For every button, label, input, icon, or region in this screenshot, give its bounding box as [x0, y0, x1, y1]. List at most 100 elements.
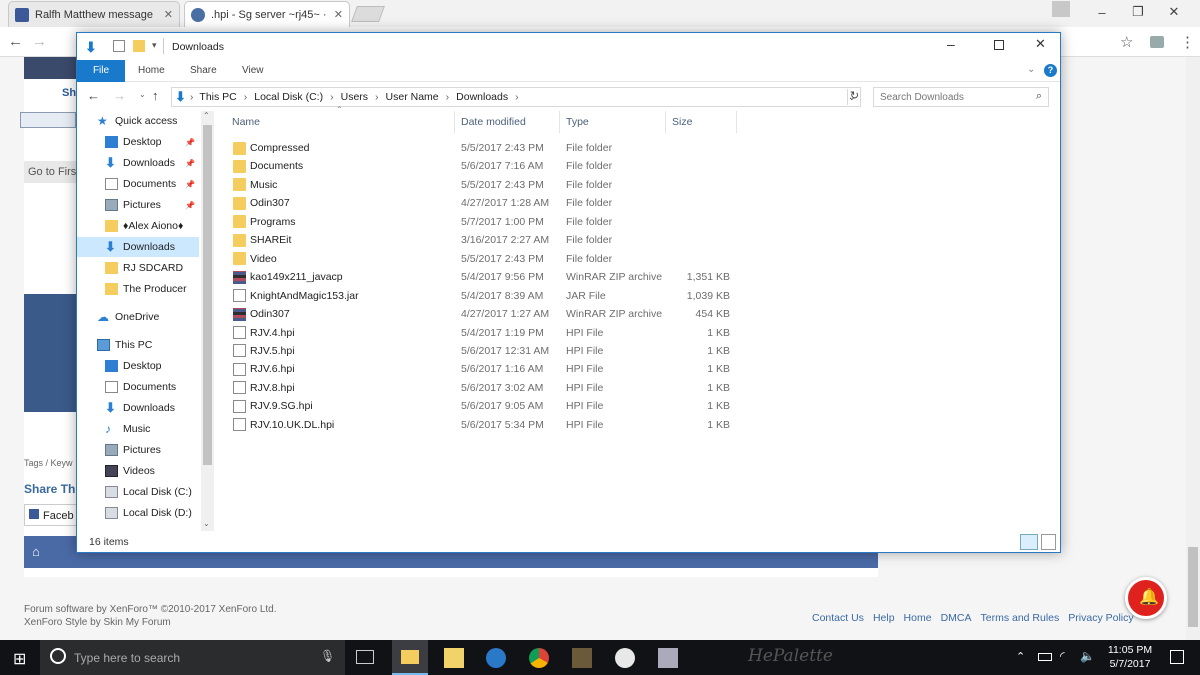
footer-link[interactable]: DMCA	[941, 612, 972, 624]
nav-item[interactable]: ♪ Music	[77, 419, 199, 439]
chevron-right-icon[interactable]: ›	[330, 91, 334, 103]
file-row[interactable]: RJV.10.UK.DL.hpi 5/6/2017 5:34 PM HPI File…	[222, 416, 742, 434]
browser-tab-2[interactable]: .hpi - Sg server ~rj45~ · ✕	[184, 1, 350, 27]
browser-tab-1[interactable]: Ralfh Matthew message ✕	[8, 1, 180, 27]
chevron-right-icon[interactable]: ›	[375, 91, 379, 103]
extension-icon[interactable]	[1150, 36, 1164, 48]
file-row[interactable]: KnightAndMagic153.jar 5/4/2017 8:39 AM JAR…	[222, 287, 742, 305]
game-icon[interactable]	[572, 648, 592, 668]
scroll-down-icon[interactable]: ⌄	[203, 519, 210, 528]
home-icon[interactable]: ⌂	[32, 544, 40, 559]
new-folder-icon[interactable]	[133, 40, 145, 52]
page-scrollbar[interactable]	[1186, 57, 1200, 640]
breadcrumb-item[interactable]: Downloads	[456, 91, 508, 103]
nav-item[interactable]: ⬇ Downloads	[77, 237, 199, 257]
nav-item[interactable]: ⬇ Downloads 📌	[77, 153, 199, 173]
nav-item[interactable]: Pictures	[77, 440, 199, 460]
breadcrumb-item[interactable]: Users	[341, 91, 368, 103]
file-row[interactable]: RJV.4.hpi 5/4/2017 1:19 PM HPI File 1 KB	[222, 324, 742, 342]
nav-item[interactable]: RJ SDCARD	[77, 258, 199, 278]
file-row[interactable]: Music 5/5/2017 2:43 PM File folder	[222, 176, 742, 194]
close-tab-icon[interactable]: ✕	[160, 8, 173, 21]
file-row[interactable]: RJV.6.hpi 5/6/2017 1:16 AM HPI File 1 KB	[222, 360, 742, 378]
clock[interactable]: 11:05 PM 5/7/2017	[1100, 643, 1160, 671]
back-icon[interactable]: ←	[87, 88, 100, 103]
maximize-icon[interactable]	[994, 40, 1004, 50]
up-icon[interactable]: ↑	[152, 88, 159, 103]
footer-link[interactable]: Terms and Rules	[980, 612, 1059, 624]
breadcrumb-item[interactable]: This PC	[199, 91, 236, 103]
help-icon[interactable]: ?	[1044, 64, 1057, 77]
large-icons-view-icon[interactable]	[1041, 534, 1056, 550]
footer-style-credit[interactable]: XenForo Style by Skin My Forum	[24, 617, 171, 628]
refresh-icon[interactable]: ↻	[847, 89, 861, 105]
details-view-icon[interactable]	[1020, 534, 1038, 550]
author-name[interactable]: Sh	[62, 87, 76, 99]
file-row[interactable]: Compressed 5/5/2017 2:43 PM File folder	[222, 139, 742, 157]
forward-icon[interactable]: →	[113, 88, 126, 103]
column-divider[interactable]	[559, 111, 560, 133]
file-row[interactable]: RJV.9.SG.hpi 5/6/2017 9:05 AM HPI File 1 KB	[222, 397, 742, 415]
search-input[interactable]: Search Downloads ⌕	[873, 87, 1049, 107]
back-icon[interactable]: ←	[8, 33, 23, 50]
nav-item[interactable]: Desktop	[77, 356, 199, 376]
navigation-scrollbar[interactable]: ⌃ ⌄	[201, 111, 214, 531]
volume-icon[interactable]: 🔈	[1080, 649, 1095, 663]
nav-item[interactable]: ⬇ Downloads	[77, 398, 199, 418]
nav-item[interactable]: Local Disk (C:)	[77, 482, 199, 502]
tab-home[interactable]: Home	[138, 60, 165, 82]
nav-item[interactable]: Local Disk (D:)	[77, 503, 199, 523]
taskbar-search-box[interactable]: Type here to search 🎙	[40, 640, 345, 675]
file-row[interactable]: kao149x211_javacp 5/4/2017 9:56 PM WinRAR …	[222, 268, 742, 286]
forward-icon[interactable]: →	[32, 33, 47, 50]
nav-item[interactable]: ☁ OneDrive	[77, 307, 199, 327]
tab-file[interactable]: File	[77, 60, 125, 82]
file-row[interactable]: RJV.8.hpi 5/6/2017 3:02 AM HPI File 1 KB	[222, 379, 742, 397]
nav-item[interactable]: Documents 📌	[77, 174, 199, 194]
footer-link[interactable]: Home	[904, 612, 932, 624]
taskbar-explorer-button[interactable]	[392, 640, 428, 675]
minimize-icon[interactable]: –	[947, 36, 955, 52]
menu-icon[interactable]: ⋮	[1180, 33, 1195, 51]
profile-icon[interactable]	[1052, 1, 1070, 17]
scrollbar-thumb[interactable]	[1188, 547, 1198, 627]
file-row[interactable]: Video 5/5/2017 2:43 PM File folder	[222, 250, 742, 268]
column-type[interactable]: Type	[566, 111, 589, 133]
app-icon[interactable]	[658, 648, 678, 668]
sticky-notes-icon[interactable]	[444, 648, 464, 668]
nav-item[interactable]: This PC	[77, 335, 199, 355]
nav-item[interactable]: Desktop 📌	[77, 132, 199, 152]
task-view-icon[interactable]	[356, 650, 374, 664]
bookmark-star-icon[interactable]: ☆	[1120, 33, 1133, 51]
column-divider[interactable]	[454, 111, 455, 133]
breadcrumb-item[interactable]: User Name	[386, 91, 439, 103]
nav-item[interactable]: Videos	[77, 461, 199, 481]
close-tab-icon[interactable]: ✕	[330, 8, 343, 21]
notification-bell-button[interactable]: 🔔	[1125, 577, 1167, 619]
file-row[interactable]: Odin307 4/27/2017 1:27 AM WinRAR ZIP archi…	[222, 305, 742, 323]
file-row[interactable]: RJV.5.hpi 5/6/2017 12:31 AM HPI File 1 KB	[222, 342, 742, 360]
new-tab-button[interactable]	[351, 6, 385, 22]
ribbon-expand-icon[interactable]: ⌄	[1027, 64, 1035, 75]
file-row[interactable]: Odin307 4/27/2017 1:28 AM File folder	[222, 194, 742, 212]
file-row[interactable]: Programs 5/7/2017 1:00 PM File folder	[222, 213, 742, 231]
close-icon[interactable]: ✕	[1035, 36, 1046, 52]
action-center-icon[interactable]	[1170, 650, 1184, 664]
battery-icon[interactable]	[1038, 653, 1052, 661]
properties-icon[interactable]	[113, 40, 125, 52]
chevron-right-icon[interactable]: ›	[446, 91, 450, 103]
chrome-icon[interactable]	[529, 648, 549, 668]
show-hidden-icons-icon[interactable]: ⌃	[1016, 650, 1025, 663]
column-divider[interactable]	[736, 111, 737, 133]
nav-item[interactable]: Documents	[77, 377, 199, 397]
tab-share[interactable]: Share	[190, 60, 217, 82]
address-bar[interactable]: ⬇ › This PC › Local Disk (C:) › Users › …	[171, 87, 861, 107]
column-divider[interactable]	[665, 111, 666, 133]
nav-item[interactable]: The Producer	[77, 279, 199, 299]
chevron-right-icon[interactable]: ›	[244, 91, 248, 103]
file-row[interactable]: Documents 5/6/2017 7:16 AM File folder	[222, 157, 742, 175]
chevron-right-icon[interactable]: ›	[190, 91, 194, 103]
minimize-icon[interactable]: –	[1084, 0, 1120, 24]
column-name[interactable]: Name	[232, 111, 260, 133]
go-to-first-button[interactable]: Go to Firs	[24, 161, 78, 183]
